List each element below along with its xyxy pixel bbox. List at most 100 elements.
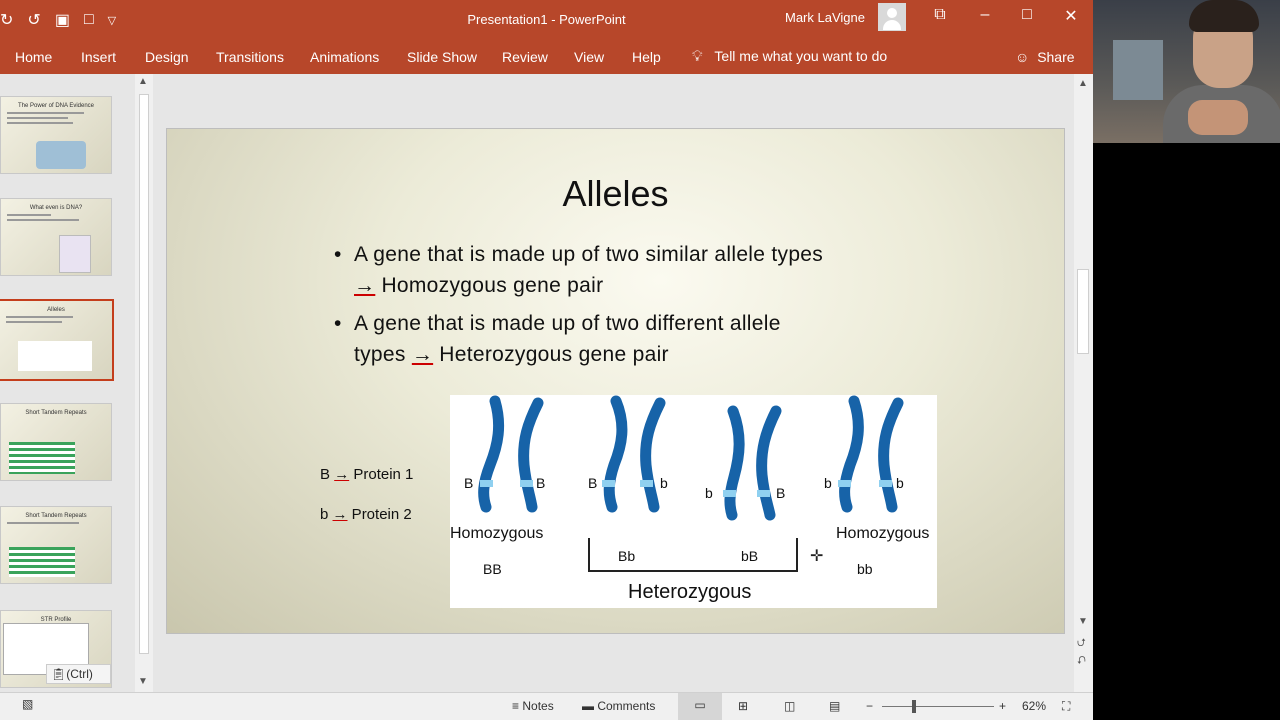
slide[interactable]: Alleles • A gene that is made up of two … bbox=[166, 128, 1065, 634]
thumbnail-title: Short Tandem Repeats bbox=[25, 410, 87, 416]
bullet-dot: • bbox=[334, 243, 342, 266]
chromosome bbox=[756, 405, 782, 521]
slide-thumbnail-4[interactable]: Short Tandem Repeats bbox=[0, 403, 112, 481]
legend-protein-1[interactable]: B → Protein 1 bbox=[320, 466, 413, 483]
normal-view-icon[interactable]: ▭ bbox=[678, 693, 722, 720]
zoom-level[interactable]: 62% bbox=[1022, 699, 1046, 713]
thumbnail-helix-image bbox=[59, 235, 91, 273]
chromosome bbox=[839, 395, 864, 513]
arrow-icon: → bbox=[354, 274, 376, 297]
slide-thumbnail-3[interactable]: Alleles bbox=[0, 299, 114, 381]
slide-thumbnail-1[interactable]: The Power of DNA Evidence bbox=[0, 96, 112, 174]
next-slide-icon[interactable]: ⮏ bbox=[1077, 652, 1086, 671]
thumbnail-text-line bbox=[6, 316, 74, 318]
person-icon: ☺ bbox=[1015, 49, 1030, 65]
notes-label: Notes bbox=[522, 699, 554, 713]
chromosome-figure[interactable]: B B B b b B b b Homozygous Homozygous BB… bbox=[450, 395, 937, 608]
thumbnail-text-line bbox=[7, 219, 79, 221]
slide-title[interactable]: Alleles bbox=[167, 173, 1064, 215]
tab-home[interactable]: Home bbox=[15, 49, 52, 65]
zoom-out-icon[interactable]: − bbox=[866, 699, 873, 713]
slide-show-icon[interactable]: ▤ bbox=[829, 699, 840, 713]
legend-protein: Protein 2 bbox=[347, 506, 412, 523]
slide-thumbnail-5[interactable]: Short Tandem Repeats bbox=[0, 506, 112, 584]
bullet-2-line-1: A gene that is made up of two different … bbox=[354, 312, 781, 335]
tab-view[interactable]: View bbox=[574, 49, 604, 65]
move-cursor-icon: ✛ bbox=[810, 548, 824, 565]
tell-me-search[interactable]: 💡︎ Tell me what you want to do bbox=[692, 48, 887, 65]
slide-thumbnail-2[interactable]: What even is DNA? bbox=[0, 198, 112, 276]
allele-band bbox=[838, 480, 851, 487]
webcam-person-hands bbox=[1188, 100, 1248, 135]
bullet-1[interactable]: • A gene that is made up of two similar … bbox=[334, 239, 824, 301]
allele-label: B bbox=[464, 475, 474, 491]
reading-view-icon[interactable]: ◫ bbox=[784, 699, 795, 713]
share-button[interactable]: ☺ Share bbox=[1015, 49, 1075, 65]
chromosome bbox=[640, 397, 666, 513]
scroll-up-icon[interactable]: ▲ bbox=[1078, 78, 1088, 89]
allele-band bbox=[520, 480, 533, 487]
fit-icon[interactable]: ▧ bbox=[22, 697, 33, 711]
thumbnail-str-table bbox=[9, 547, 75, 577]
allele-band bbox=[879, 480, 892, 487]
bullet-2[interactable]: • A gene that is made up of two differen… bbox=[334, 308, 781, 370]
allele-label: b bbox=[824, 475, 832, 491]
scrollbar-thumb[interactable] bbox=[139, 94, 149, 654]
chromosome-drawing bbox=[478, 395, 904, 521]
bullet-1-line-1: A gene that is made up of two similar al… bbox=[354, 243, 824, 266]
notes-icon: ≡ bbox=[512, 699, 520, 713]
genotype-BB: BB bbox=[483, 561, 502, 577]
minimize-icon[interactable]: – bbox=[970, 6, 1000, 24]
tab-slide-show[interactable]: Slide Show bbox=[407, 49, 477, 65]
scroll-down-icon[interactable]: ▼ bbox=[138, 676, 148, 687]
thumbnail-scrollbar[interactable]: ▲ ▼ bbox=[135, 74, 153, 692]
allele-band bbox=[602, 480, 615, 487]
bullet-1-line-2: Homozygous gene pair bbox=[375, 274, 604, 297]
tab-help[interactable]: Help bbox=[632, 49, 661, 65]
tab-transitions[interactable]: Transitions bbox=[216, 49, 284, 65]
notes-button[interactable]: ≡ Notes bbox=[512, 699, 554, 713]
allele-label: b bbox=[896, 475, 904, 491]
zoom-in-icon[interactable]: + bbox=[999, 699, 1006, 713]
homozygous-right-label: Homozygous bbox=[836, 525, 930, 542]
lightbulb-icon: 💡︎ bbox=[692, 48, 703, 65]
tab-design[interactable]: Design bbox=[145, 49, 189, 65]
chromosome bbox=[603, 395, 628, 513]
thumbnail-dna-image bbox=[36, 141, 86, 169]
scrollbar-thumb[interactable] bbox=[1077, 269, 1089, 354]
scroll-up-icon[interactable]: ▲ bbox=[138, 76, 148, 87]
slide-scrollbar[interactable]: ▲ ▼ ⮍ ⮏ bbox=[1074, 74, 1093, 692]
clipboard-icon: 📋︎ bbox=[51, 667, 67, 681]
zoom-slider-handle[interactable] bbox=[912, 700, 916, 713]
arrow-icon: → bbox=[332, 506, 348, 523]
allele-label: B bbox=[588, 475, 598, 491]
previous-slide-icon[interactable]: ⮍ bbox=[1077, 634, 1086, 653]
fit-slide-icon[interactable]: ⛶ bbox=[1062, 699, 1070, 714]
close-icon[interactable]: ✕ bbox=[1056, 6, 1086, 26]
thumbnail-text-line bbox=[7, 522, 79, 524]
chromosome-pair-2 bbox=[603, 395, 666, 513]
tab-insert[interactable]: Insert bbox=[81, 49, 116, 65]
allele-label: B bbox=[776, 485, 786, 501]
allele-label: b bbox=[660, 475, 668, 491]
thumbnail-text-line bbox=[7, 122, 73, 124]
allele-band bbox=[640, 480, 653, 487]
zoom-slider[interactable] bbox=[882, 706, 994, 707]
chromosome bbox=[518, 397, 544, 513]
avatar[interactable] bbox=[878, 3, 906, 31]
slide-thumbnail-pane: The Power of DNA Evidence What even is D… bbox=[0, 74, 135, 692]
maximize-icon[interactable]: □ bbox=[1012, 6, 1042, 24]
tab-animations[interactable]: Animations bbox=[310, 49, 379, 65]
comments-button[interactable]: ▬ Comments bbox=[582, 699, 655, 713]
scroll-down-icon[interactable]: ▼ bbox=[1078, 616, 1088, 627]
user-name[interactable]: Mark LaVigne bbox=[785, 10, 865, 25]
thumbnail-str-table bbox=[9, 442, 75, 474]
slide-sorter-icon[interactable]: ⊞ bbox=[738, 699, 748, 713]
legend-protein-2[interactable]: b → Protein 2 bbox=[320, 506, 412, 523]
paste-options-button[interactable]: 📋︎(Ctrl) bbox=[46, 664, 111, 684]
bullet-dot: • bbox=[334, 312, 342, 335]
bullet-2-line-2-a: types bbox=[354, 343, 412, 366]
ribbon-display-options-icon[interactable]: ⧉ bbox=[925, 6, 955, 24]
chromosome-pair-4 bbox=[839, 395, 904, 513]
tab-review[interactable]: Review bbox=[502, 49, 548, 65]
